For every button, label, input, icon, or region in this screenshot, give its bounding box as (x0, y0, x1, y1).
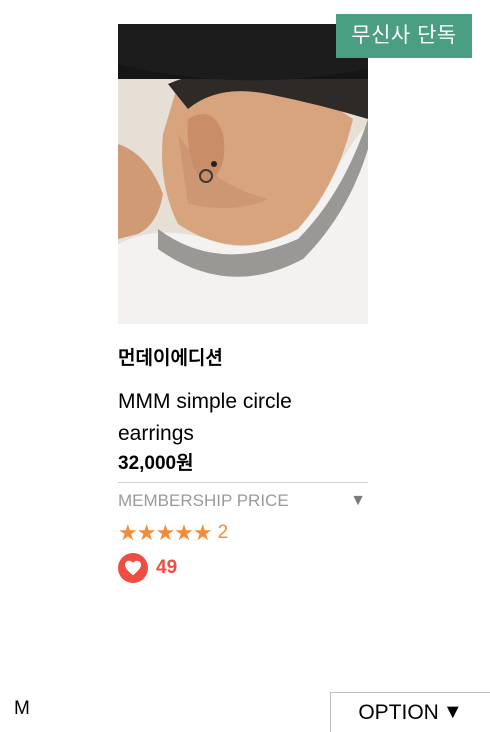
product-card[interactable]: 먼데이에디션 MMM simple circle earrings 32,000… (118, 24, 368, 583)
membership-price-toggle[interactable]: MEMBERSHIP PRICE ▼ (118, 482, 368, 513)
rating: ★★★★★ 2 (118, 519, 368, 547)
size-label: M (14, 698, 30, 719)
product-name[interactable]: MMM simple circle earrings (118, 386, 348, 450)
brand-name[interactable]: 먼데이에디션 (118, 346, 368, 372)
heart-icon[interactable] (118, 553, 148, 583)
product-price: 32,000원 (118, 453, 194, 474)
option-button[interactable]: OPTION ▼ (330, 692, 490, 732)
chevron-down-icon[interactable]: ▼ (350, 489, 366, 513)
product-photo-icon (118, 24, 368, 324)
like-section: 49 (118, 553, 368, 583)
product-image[interactable] (118, 24, 368, 324)
exclusive-badge: 무신사 단독 (336, 14, 472, 58)
like-count: 49 (156, 557, 178, 578)
membership-price-label: MEMBERSHIP PRICE (118, 491, 289, 510)
caret-down-icon: ▼ (442, 701, 463, 723)
option-label: OPTION (358, 700, 439, 724)
review-count[interactable]: 2 (218, 519, 229, 547)
star-rating-icon: ★★★★★ (118, 520, 213, 545)
